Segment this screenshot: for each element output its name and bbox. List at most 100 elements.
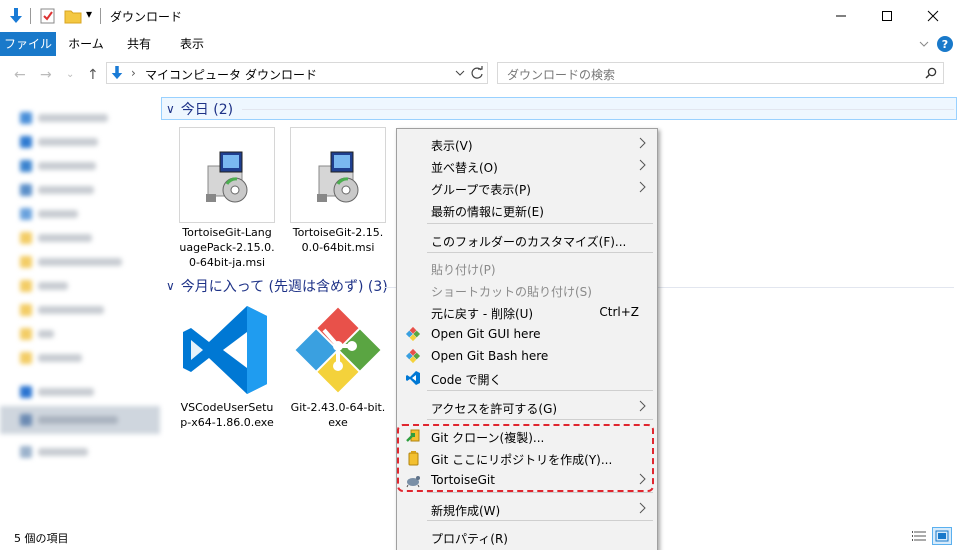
chevron-down-icon[interactable]: ▾ (86, 7, 92, 25)
nav-item[interactable] (20, 414, 118, 426)
nav-item[interactable] (20, 232, 92, 244)
up-arrow-icon[interactable]: ↑ (87, 67, 99, 83)
menu-item-customize-folder[interactable]: このフォルダーのカスタマイズ(F)... (397, 229, 657, 251)
menu-separator (427, 492, 653, 493)
chevron-right-icon (639, 400, 646, 412)
group-title: 今月に入って (先週は含めず) (3) (180, 279, 388, 295)
chevron-down-icon[interactable]: ∨ (166, 279, 175, 293)
back-arrow-icon[interactable]: ← (14, 67, 26, 83)
menu-item-give-access[interactable]: アクセスを許可する(G) (397, 396, 657, 418)
divider (30, 8, 31, 24)
maximize-button[interactable] (864, 0, 910, 32)
chevron-down-icon[interactable] (455, 68, 465, 78)
chevron-right-icon (639, 502, 646, 514)
recent-chevron-icon[interactable]: ⌄ (66, 69, 74, 80)
menu-item-label: アクセスを許可する(G) (431, 402, 558, 416)
vscode-icon (179, 302, 275, 398)
file-item[interactable]: TortoiseGit-2.15.0.0-64bit.msi (290, 127, 386, 255)
menu-item-properties[interactable]: プロパティ(R) (397, 526, 657, 548)
maximize-icon (882, 11, 892, 21)
menu-item-open-with-code[interactable]: Code で開く (397, 367, 657, 389)
minimize-button[interactable] (818, 0, 864, 32)
close-icon (927, 10, 939, 22)
tab-home[interactable]: ホーム (64, 32, 108, 56)
git-gui-icon (405, 326, 421, 342)
search-icon[interactable] (925, 67, 937, 79)
group-title: 今日 (2) (180, 102, 234, 118)
menu-item-label: Code で開く (431, 373, 502, 387)
tab-view[interactable]: 表示 (170, 32, 214, 56)
file-item[interactable]: VSCodeUserSetup-x64-1.86.0.exe (179, 302, 275, 430)
nav-item[interactable] (20, 352, 82, 364)
tab-file[interactable]: ファイル (0, 32, 56, 56)
nav-item[interactable] (20, 280, 68, 292)
file-name: VSCodeUserSetup-x64-1.86.0.exe (180, 401, 274, 429)
nav-item[interactable] (20, 136, 98, 148)
large-icons-view-icon (935, 530, 949, 542)
file-item[interactable]: TortoiseGit-LanguagePack-2.15.0.0-64bit-… (179, 127, 275, 270)
menu-item-label: 元に戻す - 削除(U) (431, 307, 534, 321)
file-item[interactable]: Git-2.43.0-64-bit.exe (290, 302, 386, 430)
menu-separator (427, 252, 653, 253)
nav-item[interactable] (20, 256, 122, 268)
divider (100, 8, 101, 24)
chevron-right-icon[interactable]: › (231, 66, 236, 80)
new-folder-icon[interactable] (64, 7, 82, 25)
menu-item-open-git-bash[interactable]: Open Git Bash here (397, 345, 657, 367)
details-view-icon (912, 531, 926, 541)
nav-item[interactable] (20, 112, 108, 124)
nav-item[interactable] (20, 160, 96, 172)
nav-item[interactable] (20, 386, 94, 398)
group-header-today[interactable]: ∨ 今日 (2) (166, 99, 233, 119)
window-title: ダウンロード (110, 10, 183, 24)
help-icon[interactable]: ? (936, 35, 954, 53)
menu-item-paste-shortcut: ショートカットの貼り付け(S) (397, 279, 657, 301)
menu-item-refresh[interactable]: 最新の情報に更新(E) (397, 199, 657, 221)
address-bar[interactable]: › マイコンピュータ › ダウンロード (106, 62, 488, 84)
chevron-down-icon[interactable] (918, 38, 930, 50)
nav-item[interactable] (20, 304, 104, 316)
chevron-right-icon (639, 137, 646, 149)
file-name: TortoiseGit-LanguagePack-2.15.0.0-64bit-… (179, 226, 275, 269)
breadcrumb-my-computer[interactable]: マイコンピュータ (145, 66, 241, 83)
explorer-window: ▾ ダウンロード ファイル ホーム 共有 表示 ? ← → ⌄ ↑ › マイコン… (0, 0, 958, 550)
menu-separator (427, 520, 653, 521)
nav-item[interactable] (20, 184, 94, 196)
menu-separator (427, 223, 653, 224)
menu-separator (427, 390, 653, 391)
chevron-down-icon[interactable]: ∨ (166, 102, 175, 116)
installer-icon (179, 127, 275, 223)
chevron-right-icon (639, 181, 646, 193)
menu-item-view[interactable]: 表示(V) (397, 133, 657, 155)
menu-item-sort[interactable]: 並べ替え(O) (397, 155, 657, 177)
properties-icon[interactable] (40, 7, 56, 25)
menu-item-label: 最新の情報に更新(E) (431, 205, 544, 219)
menu-item-label: このフォルダーのカスタマイズ(F)... (431, 235, 627, 249)
menu-item-group-by[interactable]: グループで表示(P) (397, 177, 657, 199)
details-view-button[interactable] (910, 527, 930, 545)
menu-item-undo-delete[interactable]: 元に戻す - 削除(U) Ctrl+Z (397, 301, 657, 323)
forward-arrow-icon[interactable]: → (40, 67, 52, 83)
tab-share[interactable]: 共有 (117, 32, 161, 56)
menu-item-label: 並べ替え(O) (431, 161, 498, 175)
close-button[interactable] (910, 0, 956, 32)
title-bar: ▾ ダウンロード (0, 0, 958, 32)
menu-item-label: プロパティ(R) (431, 532, 508, 546)
menu-item-label: Open Git Bash here (431, 349, 549, 363)
menu-item-label: 貼り付け(P) (431, 263, 496, 277)
navigation-pane[interactable] (0, 96, 160, 526)
menu-item-open-git-gui[interactable]: Open Git GUI here (397, 323, 657, 345)
menu-item-new[interactable]: 新規作成(W) (397, 498, 657, 520)
minimize-icon (836, 15, 846, 17)
breadcrumb-downloads[interactable]: ダウンロード (245, 66, 317, 83)
large-icons-view-button[interactable] (932, 527, 952, 545)
search-placeholder: ダウンロードの検索 (507, 68, 616, 82)
chevron-right-icon[interactable]: › (131, 66, 136, 80)
group-header-this-month[interactable]: ∨ 今月に入って (先週は含めず) (3) (166, 276, 388, 296)
search-input[interactable]: ダウンロードの検索 (497, 62, 944, 84)
file-name: Git-2.43.0-64-bit.exe (290, 401, 386, 429)
nav-item[interactable] (20, 208, 78, 220)
nav-item[interactable] (20, 446, 88, 458)
nav-item[interactable] (20, 328, 54, 340)
refresh-icon[interactable] (470, 66, 484, 80)
